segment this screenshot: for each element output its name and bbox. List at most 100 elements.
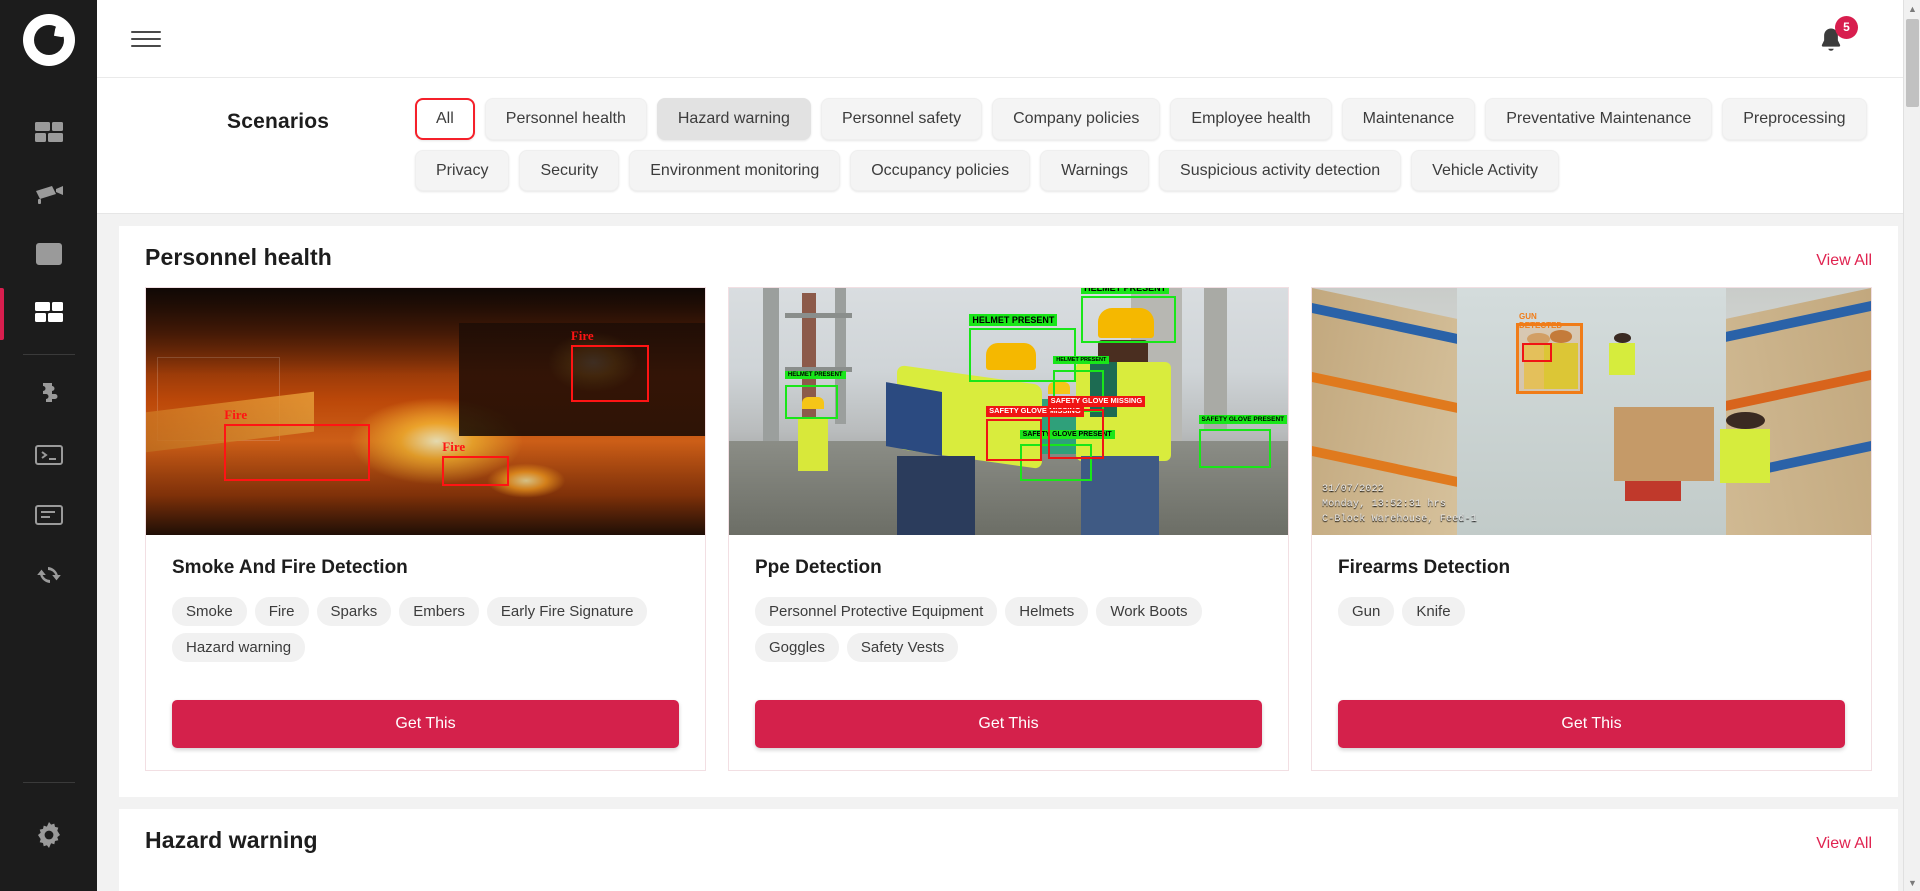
card-thumbnail-warehouse: GUN DETECTED 31/07/2022 Monday, 13:52:31…: [1312, 288, 1871, 536]
sidebar-item-integrations[interactable]: [0, 365, 97, 425]
scenario-card-firearms-detection[interactable]: GUN DETECTED 31/07/2022 Monday, 13:52:31…: [1311, 287, 1872, 772]
scenario-chip-security[interactable]: Security: [519, 149, 620, 192]
scenarios-filter-bar: Scenarios All Personnel health Hazard wa…: [97, 78, 1920, 215]
section-title: Hazard warning: [145, 827, 318, 854]
card-thumbnail-ppe: HELMET PRESENT HELMET PRESENT HELMET PRE…: [729, 288, 1288, 536]
notification-badge: 5: [1835, 15, 1858, 39]
app-root: 5 Scenarios All Personnel health Hazard …: [0, 0, 1920, 891]
overlay-date: 31/07/2022: [1322, 484, 1385, 496]
section-hazard-warning: Hazard warning View All: [119, 809, 1898, 891]
card-tag-list: Smoke Fire Sparks Embers Early Fire Sign…: [172, 597, 679, 663]
topbar: 5: [97, 0, 1920, 78]
view-all-link[interactable]: View All: [1816, 252, 1872, 270]
main-area: 5 Scenarios All Personnel health Hazard …: [97, 0, 1920, 891]
scrollbar-down-arrow[interactable]: ▼: [1904, 874, 1920, 891]
scenario-chip-employee-health[interactable]: Employee health: [1170, 98, 1332, 140]
card-tag-list: Personnel Protective Equipment Helmets W…: [755, 597, 1262, 663]
scrollbar-up-arrow[interactable]: ▲: [1904, 0, 1920, 17]
overlay-location: C-Block Warehouse, Feed-1: [1322, 514, 1478, 526]
scenario-chip-maintenance[interactable]: Maintenance: [1341, 98, 1476, 140]
card-tag-list: Gun Knife: [1338, 597, 1845, 627]
sidebar-item-settings[interactable]: [0, 805, 97, 865]
scrollbar-thumb[interactable]: [1906, 19, 1919, 107]
detection-box-glove-missing-2: SAFETY GLOVE MISSING: [1047, 396, 1146, 459]
card-thumbnail-fire: Fire Fire Fire: [146, 288, 705, 536]
scenario-card-smoke-and-fire-detection[interactable]: Fire Fire Fire Smoke And Fire Detection: [145, 287, 706, 772]
card-tag: Safety Vests: [846, 633, 959, 663]
sidebar: [0, 0, 97, 891]
detection-box-gun: [1521, 342, 1553, 363]
scenario-card-ppe-detection[interactable]: HELMET PRESENT HELMET PRESENT HELMET PRE…: [728, 287, 1289, 772]
scenario-chip-privacy[interactable]: Privacy: [415, 149, 510, 192]
card-tag: Gun: [1338, 597, 1395, 627]
detection-box-fire-2: Fire: [442, 439, 510, 486]
sidebar-item-camera[interactable]: [0, 164, 97, 224]
view-all-link[interactable]: View All: [1816, 835, 1872, 853]
detection-label: HELMET PRESENT: [1053, 355, 1110, 364]
card-tag: Hazard warning: [172, 633, 306, 663]
sidebar-divider-top: [22, 354, 75, 355]
scenario-chip-hazard-warning[interactable]: Hazard warning: [656, 98, 811, 140]
detection-label: Fire: [570, 327, 594, 343]
notifications-button[interactable]: 5: [1812, 15, 1858, 60]
detection-label: Fire: [224, 407, 248, 423]
detection-label: SAFETY GLOVE MISSING: [1047, 396, 1146, 407]
page-title: Scenarios: [227, 110, 330, 133]
scenario-chip-warnings[interactable]: Warnings: [1040, 149, 1150, 192]
detection-box-helmet-3: HELMET PRESENT: [784, 370, 846, 420]
get-this-button[interactable]: Get This: [172, 700, 679, 749]
sidebar-item-sync[interactable]: [0, 545, 97, 605]
scenario-chip-vehicle-activity[interactable]: Vehicle Activity: [1411, 149, 1559, 192]
detection-box-glove-missing-1: SAFETY GLOVE MISSING: [986, 406, 1084, 462]
detection-label: Fire: [442, 439, 466, 455]
section-header: Personnel health View All: [145, 244, 1872, 271]
detection-label: SAFETY GLOVE PRESENT: [1198, 414, 1288, 424]
card-title: Ppe Detection: [755, 557, 882, 579]
sidebar-item-logs[interactable]: [0, 485, 97, 545]
card-footer: Get This: [729, 700, 1288, 770]
sidebar-item-dashboard[interactable]: [0, 104, 97, 164]
card-tag: Personnel Protective Equipment: [755, 597, 998, 627]
card-tag: Fire: [254, 597, 309, 627]
scenario-chip-list: All Personnel health Hazard warning Pers…: [415, 98, 1892, 192]
get-this-button[interactable]: Get This: [755, 700, 1262, 749]
scenario-chip-preprocessing[interactable]: Preprocessing: [1722, 98, 1867, 140]
card-body: Firearms Detection Gun Knife: [1312, 535, 1871, 662]
sidebar-item-scenarios[interactable]: [0, 284, 97, 344]
scenario-chip-all[interactable]: All: [415, 98, 475, 140]
detection-label: HELMET PRESENT: [1081, 288, 1170, 294]
detection-label: GUN DETECTED: [1519, 311, 1563, 330]
scenario-chip-suspicious-activity-detection[interactable]: Suspicious activity detection: [1159, 149, 1402, 192]
card-tag: Work Boots: [1096, 597, 1202, 627]
sidebar-divider-bottom: [22, 782, 75, 783]
card-tag: Embers: [399, 597, 479, 627]
sidebar-item-grid-view[interactable]: [0, 224, 97, 284]
detection-label: HELMET PRESENT: [969, 313, 1058, 326]
card-footer: Get This: [1312, 700, 1871, 770]
card-body: Ppe Detection Personnel Protective Equip…: [729, 535, 1288, 663]
scenario-chip-company-policies[interactable]: Company policies: [992, 98, 1161, 140]
scenario-chip-environment-monitoring[interactable]: Environment monitoring: [629, 149, 841, 192]
section-personnel-health: Personnel health View All Fire Fire Fire…: [119, 226, 1898, 798]
card-title: Firearms Detection: [1338, 557, 1511, 579]
card-tag: Early Fire Signature: [486, 597, 648, 627]
get-this-button[interactable]: Get This: [1338, 700, 1845, 749]
content-scroll-area: Personnel health View All Fire Fire Fire…: [97, 214, 1920, 891]
hamburger-icon[interactable]: [131, 30, 161, 47]
card-tag: Goggles: [755, 633, 839, 663]
sidebar-item-console[interactable]: [0, 425, 97, 485]
card-tag: Helmets: [1005, 597, 1089, 627]
card-tag: Sparks: [316, 597, 392, 627]
card-tag: Smoke: [172, 597, 247, 627]
eye-logo[interactable]: [22, 14, 75, 66]
scenario-chip-preventative-maintenance[interactable]: Preventative Maintenance: [1485, 98, 1713, 140]
scenario-chip-occupancy-policies[interactable]: Occupancy policies: [850, 149, 1031, 192]
detection-box-fire-1: Fire: [224, 407, 370, 481]
scenario-chip-personnel-health[interactable]: Personnel health: [484, 98, 647, 140]
overlay-time: Monday, 13:52:31 hrs: [1322, 499, 1447, 511]
card-body: Smoke And Fire Detection Smoke Fire Spar…: [146, 535, 705, 663]
card-footer: Get This: [146, 700, 705, 770]
page-scrollbar[interactable]: ▲ ▼: [1903, 0, 1920, 891]
scenario-chip-personnel-safety[interactable]: Personnel safety: [820, 98, 983, 140]
section-header: Hazard warning View All: [145, 827, 1872, 854]
